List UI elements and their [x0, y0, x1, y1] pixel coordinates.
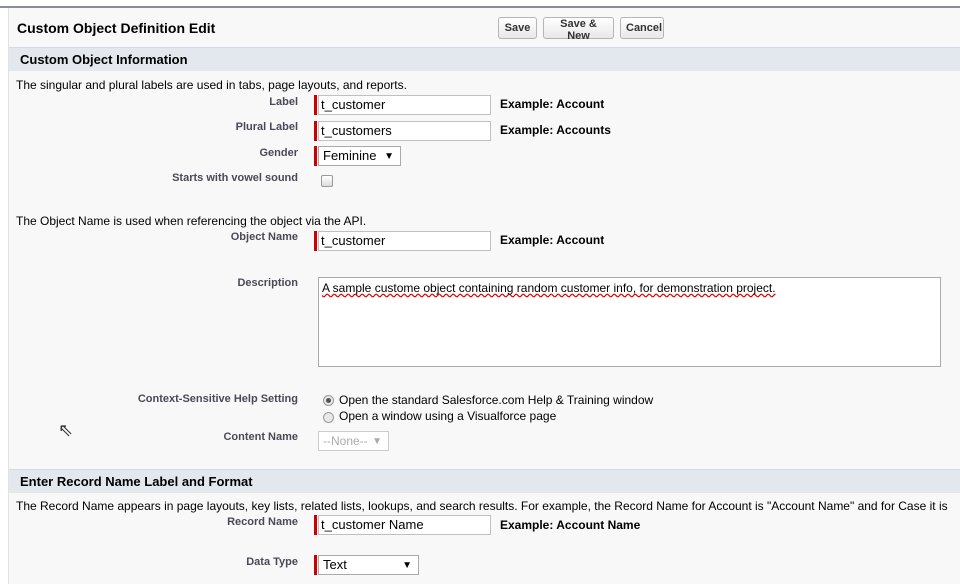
plural-label-field-label: Plural Label	[235, 121, 298, 133]
content-name-select[interactable]: --None-- ▼	[318, 431, 389, 451]
description-field-label: Description	[237, 277, 298, 289]
help-option-visualforce-label[interactable]: Open a window using a Visualforce page	[339, 409, 556, 423]
data-type-select-value: Text	[323, 557, 347, 572]
label-example: Example: Account	[500, 97, 605, 111]
dropdown-arrow-icon: ▼	[384, 151, 394, 162]
content-name-select-value: --None--	[323, 434, 368, 448]
object-name-field-label: Object Name	[230, 231, 298, 243]
label-field-label: Label	[269, 96, 298, 108]
section-header-custom-object-information: Custom Object Information	[9, 47, 960, 71]
record-name-input[interactable]: t_customer Name	[318, 515, 491, 535]
required-indicator	[314, 121, 317, 141]
dropdown-arrow-icon: ▼	[372, 436, 382, 447]
object-name-input[interactable]: t_customer	[318, 231, 491, 251]
object-name-example: Example: Account	[500, 233, 605, 247]
data-type-select[interactable]: Text ▼	[318, 555, 419, 575]
record-name-intro-text: The Record Name appears in page layouts,…	[16, 499, 948, 513]
help-option-standard-label[interactable]: Open the standard Salesforce.com Help & …	[339, 393, 653, 407]
gender-select-value: Feminine	[323, 148, 377, 163]
page-title: Custom Object Definition Edit	[17, 20, 216, 36]
section-title: Enter Record Name Label and Format	[20, 474, 253, 489]
required-indicator	[314, 146, 317, 166]
record-name-field-label: Record Name	[227, 516, 298, 528]
section-header-record-name: Enter Record Name Label and Format	[9, 469, 960, 493]
plural-label-input[interactable]: t_customers	[318, 121, 491, 141]
vowel-sound-checkbox[interactable]	[321, 175, 333, 187]
required-indicator	[314, 95, 317, 115]
gender-field-label: Gender	[259, 147, 298, 159]
object-name-intro-text: The Object Name is used when referencing…	[16, 214, 367, 228]
section-title: Custom Object Information	[20, 52, 188, 67]
description-text: A sample custome object containing rando…	[322, 281, 776, 295]
required-indicator	[314, 555, 317, 575]
plural-label-example: Example: Accounts	[500, 123, 611, 137]
label-input[interactable]: t_customer	[318, 95, 491, 115]
required-indicator	[314, 231, 317, 251]
save-and-new-button[interactable]: Save & New	[543, 17, 614, 42]
top-border	[0, 0, 960, 8]
content-name-field-label: Content Name	[223, 431, 298, 443]
gender-select[interactable]: Feminine ▼	[318, 146, 401, 166]
help-setting-field-label: Context-Sensitive Help Setting	[137, 393, 298, 405]
dropdown-arrow-icon: ▼	[402, 560, 412, 571]
save-button[interactable]: Save	[498, 17, 537, 39]
required-indicator	[314, 515, 317, 535]
description-textarea[interactable]: A sample custome object containing rando…	[318, 277, 941, 367]
record-name-example: Example: Account Name	[500, 518, 641, 532]
help-option-visualforce-radio[interactable]	[323, 412, 334, 423]
help-option-standard-radio[interactable]	[323, 395, 334, 406]
labels-intro-text: The singular and plural labels are used …	[16, 78, 407, 92]
cancel-button[interactable]: Cancel	[620, 17, 664, 39]
mouse-cursor-icon: ⇖	[58, 420, 74, 440]
data-type-field-label: Data Type	[246, 556, 298, 568]
vowel-sound-field-label: Starts with vowel sound	[172, 172, 298, 184]
